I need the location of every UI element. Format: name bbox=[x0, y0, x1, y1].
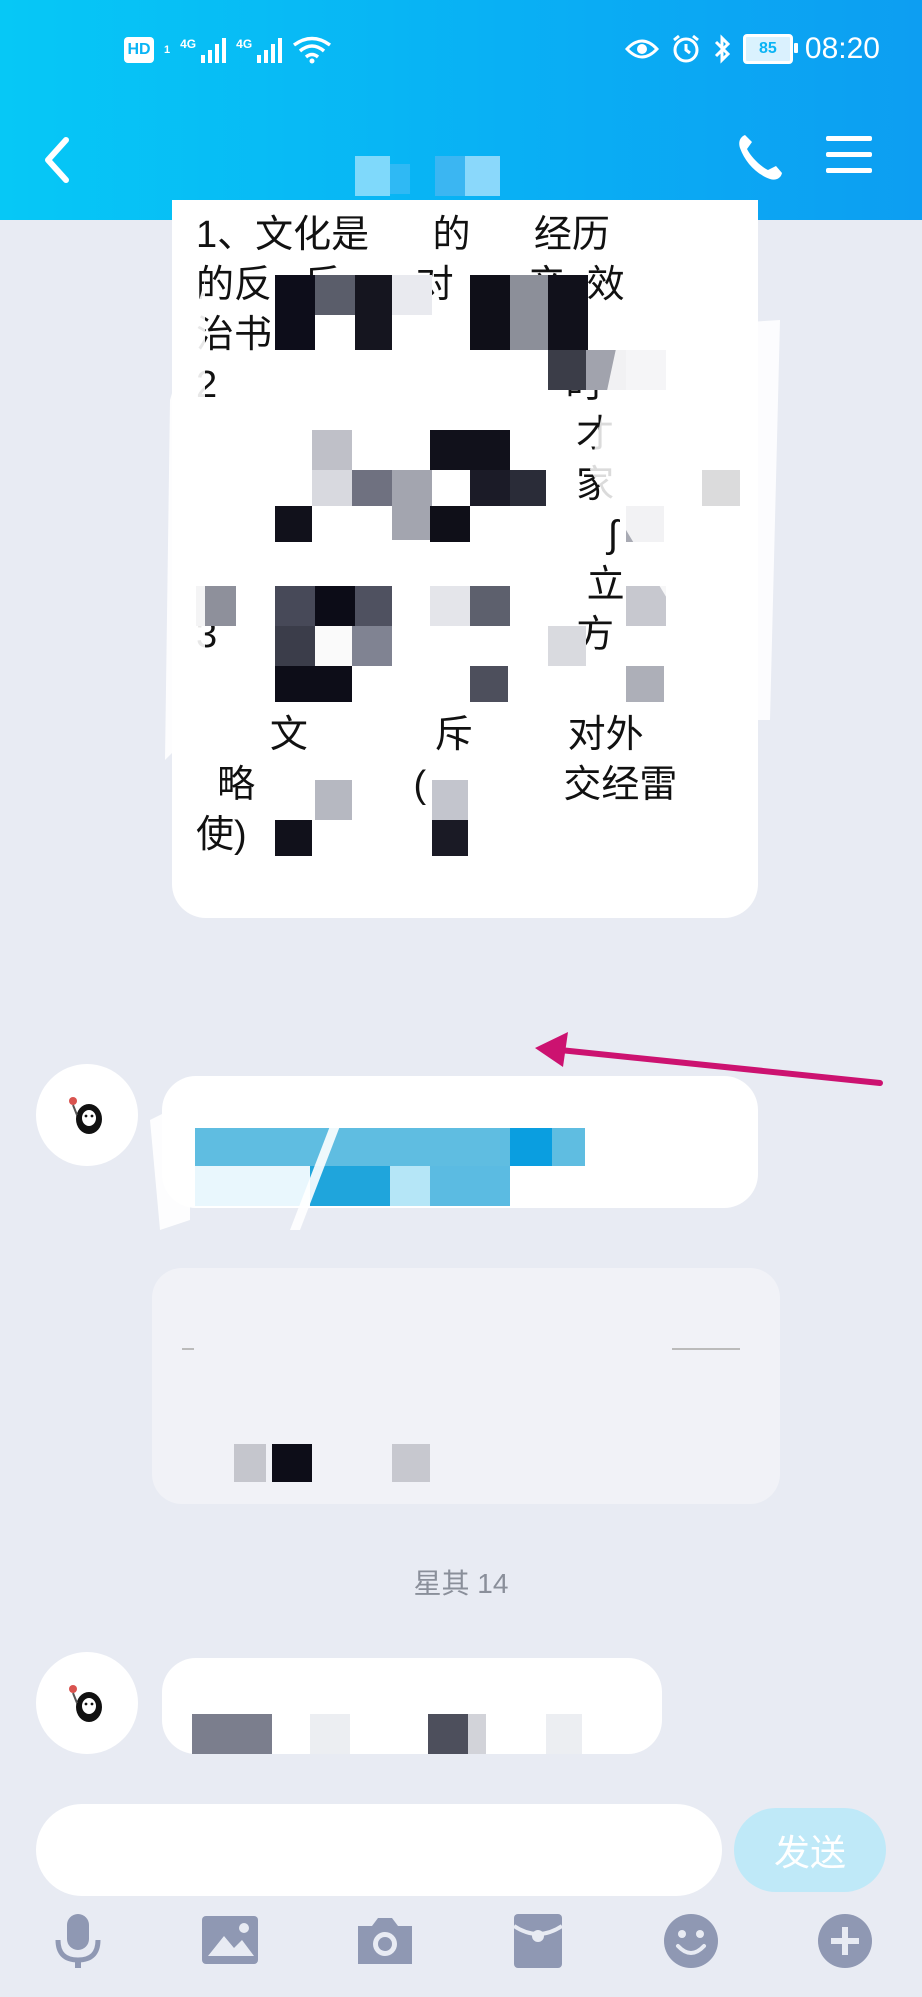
annotation-arrow bbox=[535, 1032, 883, 1086]
avatar-icon bbox=[69, 1097, 102, 1134]
blur-streak bbox=[150, 1100, 350, 1230]
contact-avatar[interactable] bbox=[36, 1064, 138, 1166]
card-divider-left bbox=[182, 1348, 194, 1350]
date-divider: 星其 14 bbox=[413, 1568, 509, 1599]
share-card[interactable] bbox=[152, 1268, 780, 1504]
image-icon[interactable] bbox=[200, 1912, 260, 1968]
send-button[interactable]: 发送 bbox=[734, 1808, 886, 1892]
message-redaction bbox=[192, 1714, 582, 1754]
plus-icon[interactable] bbox=[816, 1912, 874, 1970]
contact-avatar[interactable] bbox=[36, 1652, 138, 1754]
card-divider-right bbox=[672, 1348, 740, 1350]
camera-icon[interactable] bbox=[354, 1912, 416, 1968]
emoji-icon[interactable] bbox=[662, 1912, 720, 1970]
avatar-icon bbox=[69, 1685, 102, 1722]
mic-icon[interactable] bbox=[50, 1912, 106, 1972]
input-toolbar bbox=[0, 1912, 922, 1982]
message-input[interactable] bbox=[36, 1804, 722, 1896]
card-redaction bbox=[234, 1444, 430, 1482]
red-packet-icon[interactable] bbox=[512, 1912, 564, 1970]
